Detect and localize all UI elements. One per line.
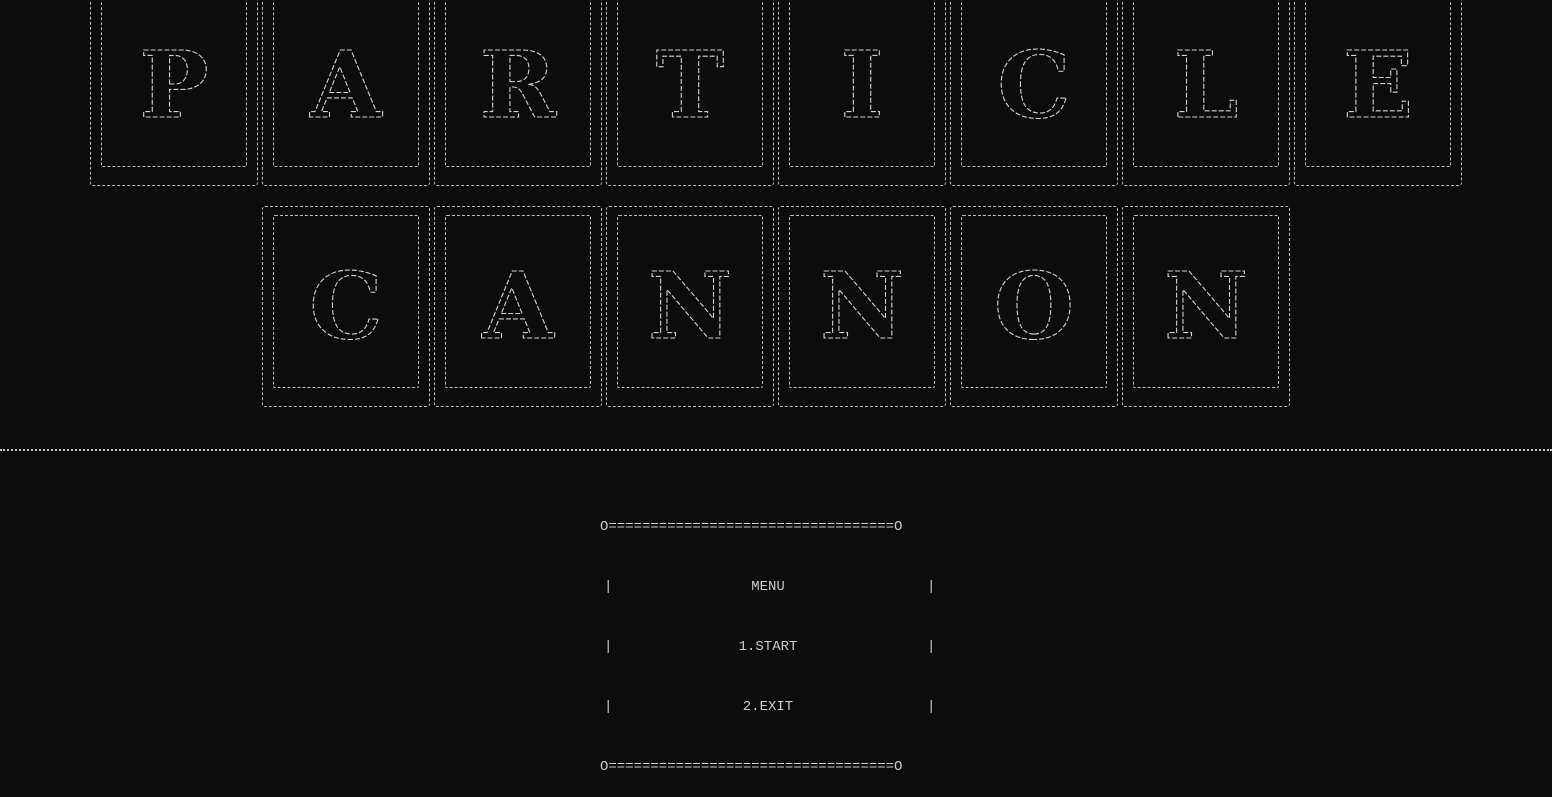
menu-bottom-border: O==================================O: [600, 759, 903, 775]
menu-item-start[interactable]: 1.START: [600, 637, 936, 657]
title-tile-a: A: [262, 0, 430, 186]
title-tile-r: R: [434, 0, 602, 186]
title-tile-a2: A: [434, 206, 602, 407]
dotted-divider: [0, 449, 1552, 451]
title-letter-i: I: [840, 31, 883, 139]
title-letter-c2: C: [309, 252, 382, 360]
title-tile-p: P: [90, 0, 258, 186]
title-tile-l: L: [1122, 0, 1290, 186]
title-tile-n1: N: [606, 206, 774, 407]
menu-right-edge: |: [927, 639, 936, 655]
title-letter-n1: N: [648, 252, 732, 360]
title-tile-c2: C: [262, 206, 430, 407]
title-letter-a2: A: [481, 252, 555, 360]
title-tile-o: O: [950, 206, 1118, 407]
title-letter-n2: N: [820, 252, 904, 360]
menu-top-border: O==================================O: [600, 519, 903, 535]
menu-item-exit[interactable]: 2.EXIT: [600, 697, 936, 717]
title-letter-n3: N: [1164, 252, 1248, 360]
menu-heading: MENU: [751, 579, 785, 595]
title-tile-n3: N: [1122, 206, 1290, 407]
title-letter-a: A: [309, 31, 383, 139]
menu-right-edge: |: [927, 699, 936, 715]
title-tile-n2: N: [778, 206, 946, 407]
title-letter-t: T: [656, 31, 724, 139]
title-letter-p: P: [139, 31, 208, 139]
title-tile-c: C: [950, 0, 1118, 186]
title-letter-c: C: [997, 31, 1070, 139]
main-menu: O==================================O | M…: [600, 477, 936, 797]
title-letter-r: R: [480, 31, 557, 139]
title-letter-o: O: [994, 252, 1074, 360]
title-tile-i: I: [778, 0, 946, 186]
title-tile-t: T: [606, 0, 774, 186]
menu-right-edge: |: [927, 579, 936, 595]
title-letter-e: E: [1343, 31, 1413, 139]
title-letter-l: L: [1174, 31, 1239, 139]
title-tile-e: E: [1294, 0, 1462, 186]
